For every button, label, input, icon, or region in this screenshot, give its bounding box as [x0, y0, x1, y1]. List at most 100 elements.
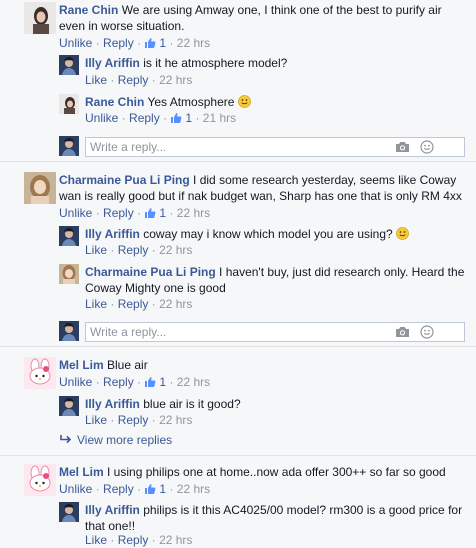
like-count[interactable]: 1 [159, 375, 166, 389]
separator-dot: · [151, 73, 156, 87]
separator-dot: · [137, 482, 142, 496]
comment-body: I using philips one at home..now ada off… [107, 465, 446, 479]
reply-link[interactable]: Reply [118, 243, 149, 257]
reply-link[interactable]: Reply [103, 36, 134, 50]
reply-arrow-icon [59, 432, 73, 444]
like-link[interactable]: Like [85, 533, 107, 547]
reply-author-name[interactable]: Rane Chin [85, 95, 144, 109]
camera-icon[interactable] [395, 141, 410, 153]
reply-text-block: Illy Ariffin blue air is it good? [85, 396, 465, 412]
reply-author-name[interactable]: Illy Ariffin [85, 56, 140, 70]
comment-actions: Unlike · Reply · 1 · 22 hrs [59, 205, 210, 221]
like-link[interactable]: Like [85, 297, 107, 311]
reply-link[interactable]: Reply [118, 297, 149, 311]
reply-author-name[interactable]: Illy Ariffin [85, 503, 140, 517]
timestamp[interactable]: 22 hrs [159, 73, 192, 87]
like-link[interactable]: Like [85, 243, 107, 257]
avatar-mel-lim[interactable] [24, 464, 56, 496]
avatar-illy-ariffin[interactable] [59, 502, 79, 522]
like-link[interactable]: Like [85, 413, 107, 427]
avatar-illy-ariffin-image [59, 396, 79, 416]
avatar-illy-ariffin-image [59, 226, 79, 246]
reply-link[interactable]: Reply [118, 413, 149, 427]
like-count[interactable]: 1 [159, 206, 166, 220]
avatar-charmaine-image [59, 264, 79, 284]
timestamp[interactable]: 22 hrs [177, 206, 210, 220]
separator-dot: · [151, 297, 156, 311]
comment-author-name[interactable]: Charmaine Pua Li Ping [59, 173, 190, 187]
comment-actions: Unlike · Reply · 1 · 22 hrs [59, 374, 210, 390]
avatar-illy-ariffin[interactable] [59, 226, 79, 246]
view-more-replies-label[interactable]: View more replies [77, 433, 172, 447]
timestamp[interactable]: 21 hrs [203, 111, 236, 125]
reply-link[interactable]: Reply [103, 482, 134, 496]
separator-dot: · [169, 36, 174, 50]
like-link[interactable]: Like [85, 73, 107, 87]
timestamp[interactable]: 22 hrs [159, 243, 192, 257]
reply-actions: Like · Reply · 22 hrs [85, 296, 192, 312]
avatar-rane-chin-image [59, 94, 79, 114]
avatar-rane-chin[interactable] [59, 94, 79, 114]
like-count[interactable]: 1 [159, 36, 166, 50]
emoji-icon[interactable] [420, 325, 434, 339]
comment-author-name[interactable]: Rane Chin [59, 3, 118, 17]
unlike-link[interactable]: Unlike [59, 482, 92, 496]
reply-body: Yes Atmosphere [147, 95, 235, 109]
reply-link[interactable]: Reply [129, 111, 160, 125]
reply-actions: Unlike · Reply · 1 · 21 hrs [85, 110, 236, 126]
separator-dot: · [110, 533, 115, 547]
thumbs-up-icon[interactable] [144, 376, 156, 388]
timestamp[interactable]: 22 hrs [159, 533, 192, 547]
unlike-link[interactable]: Unlike [59, 375, 92, 389]
reply-author-name[interactable]: Charmaine Pua Li Ping [85, 265, 216, 279]
reply-author-name[interactable]: Illy Ariffin [85, 397, 140, 411]
comment-text-block: Mel Lim I using philips one at home..now… [59, 464, 464, 480]
avatar-mel-lim-image [24, 464, 56, 496]
avatar-charmaine-image [24, 172, 56, 204]
thumbs-up-icon[interactable] [170, 112, 182, 124]
reply-text-block: Charmaine Pua Li Ping I haven't buy, jus… [85, 264, 465, 296]
timestamp[interactable]: 22 hrs [177, 36, 210, 50]
timestamp[interactable]: 22 hrs [159, 413, 192, 427]
avatar-illy-ariffin[interactable] [59, 396, 79, 416]
avatar-illy-ariffin-image [59, 502, 79, 522]
timestamp[interactable]: 22 hrs [177, 375, 210, 389]
view-more-replies-link[interactable]: View more replies [59, 432, 172, 448]
thumbs-up-icon[interactable] [144, 207, 156, 219]
unlike-link[interactable]: Unlike [85, 111, 118, 125]
reply-input[interactable] [90, 140, 380, 154]
comment-author-name[interactable]: Mel Lim [59, 358, 104, 372]
reply-text-block: Illy Ariffin coway may i know which mode… [85, 226, 465, 242]
avatar-current-user-image [59, 321, 79, 341]
thumbs-up-icon[interactable] [144, 483, 156, 495]
comment-text-block: Charmaine Pua Li Ping I did some researc… [59, 172, 464, 204]
avatar-charmaine-pua-li-ping[interactable] [59, 264, 79, 284]
reply-input-box[interactable] [85, 137, 465, 157]
avatar-charmaine-pua-li-ping[interactable] [24, 172, 56, 204]
reply-link[interactable]: Reply [103, 206, 134, 220]
separator-dot: · [151, 533, 156, 547]
reply-text-block: Illy Ariffin is it he atmosphere model? [85, 55, 465, 71]
avatar-rane-chin[interactable] [24, 2, 56, 34]
emoji-icon[interactable] [420, 140, 434, 154]
reply-link[interactable]: Reply [118, 533, 149, 547]
comment-author-name[interactable]: Mel Lim [59, 465, 104, 479]
like-count[interactable]: 1 [185, 111, 192, 125]
reply-link[interactable]: Reply [118, 73, 149, 87]
camera-icon[interactable] [395, 326, 410, 338]
reply-input-box[interactable] [85, 322, 465, 342]
avatar-illy-ariffin[interactable] [59, 55, 79, 75]
timestamp[interactable]: 22 hrs [177, 482, 210, 496]
timestamp[interactable]: 22 hrs [159, 297, 192, 311]
unlike-link[interactable]: Unlike [59, 36, 92, 50]
separator-dot: · [121, 111, 126, 125]
separator-dot: · [151, 413, 156, 427]
thumbs-up-icon[interactable] [144, 37, 156, 49]
reply-input[interactable] [90, 325, 380, 339]
avatar-mel-lim[interactable] [24, 357, 56, 389]
unlike-link[interactable]: Unlike [59, 206, 92, 220]
reply-author-name[interactable]: Illy Ariffin [85, 227, 140, 241]
like-count[interactable]: 1 [159, 482, 166, 496]
reply-link[interactable]: Reply [103, 375, 134, 389]
thread-divider [0, 346, 476, 347]
